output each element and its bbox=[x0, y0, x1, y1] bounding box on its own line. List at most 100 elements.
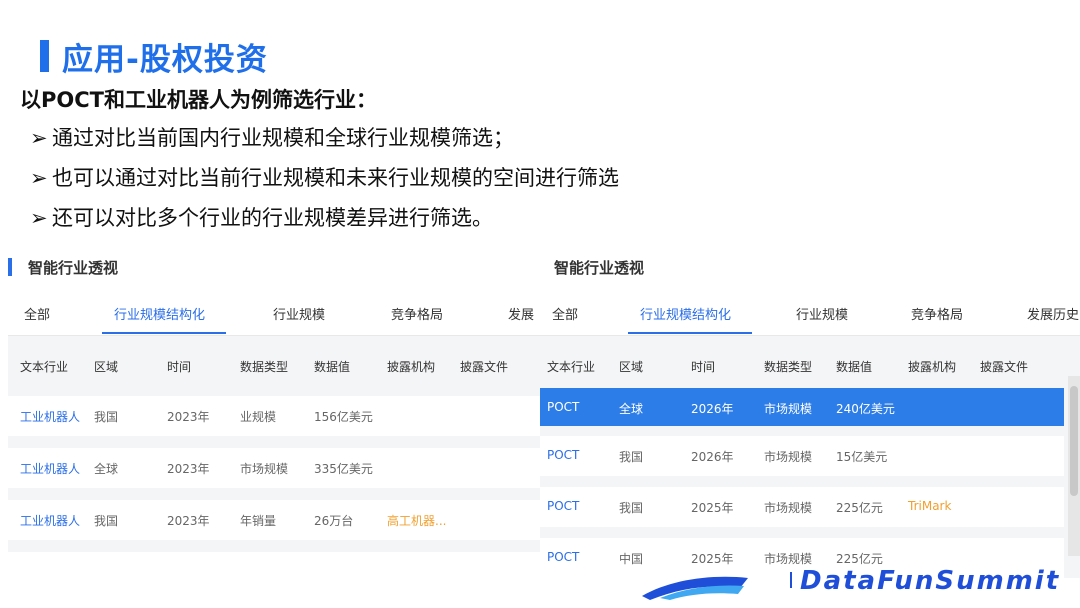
column-header: 披露机构 bbox=[387, 360, 436, 374]
data-value-cell: 15亿美元 bbox=[836, 450, 888, 464]
time-cell: 2026年 bbox=[691, 450, 734, 464]
table-row-selected[interactable]: POCT 全球 2026年 市场规模 240亿美元 bbox=[540, 388, 1064, 426]
column-header: 文本行业 bbox=[20, 360, 69, 374]
tab-industry-scale-structured[interactable]: 行业规模结构化 bbox=[114, 304, 205, 323]
datafun-logo-icon bbox=[642, 576, 748, 600]
region-cell: 全球 bbox=[619, 402, 644, 416]
data-value-cell: 156亿美元 bbox=[314, 410, 373, 424]
industry-link[interactable]: POCT bbox=[547, 499, 579, 513]
region-cell: 全球 bbox=[94, 462, 119, 476]
data-value-cell: 240亿美元 bbox=[836, 402, 895, 416]
data-type-cell: 市场规模 bbox=[764, 402, 813, 416]
column-header: 文本行业 bbox=[547, 360, 596, 374]
data-type-cell: 市场规模 bbox=[764, 501, 813, 515]
panel-accent-bar bbox=[8, 258, 12, 276]
tab-bar: 全部 行业规模结构化 行业规模 竞争格局 发展 bbox=[8, 290, 540, 336]
data-type-cell: 市场规模 bbox=[240, 462, 289, 476]
table-row[interactable]: 工业机器人 全球 2023年 市场规模 335亿美元 bbox=[8, 448, 540, 488]
column-header: 数据类型 bbox=[240, 360, 289, 374]
region-cell: 我国 bbox=[619, 501, 644, 515]
table-row[interactable]: POCT 我国 2025年 市场规模 225亿元 TriMark bbox=[540, 487, 1064, 527]
table-scrollbar[interactable] bbox=[1068, 376, 1080, 556]
tab-competition[interactable]: 竞争格局 bbox=[391, 304, 443, 323]
title-accent-bar bbox=[40, 40, 49, 72]
data-value-cell: 335亿美元 bbox=[314, 462, 373, 476]
scrollbar-thumb[interactable] bbox=[1070, 386, 1078, 496]
data-table: 文本行业 区域 时间 数据类型 数据值 披露机构 披露文件 POCT 全球 20… bbox=[540, 336, 1080, 578]
industry-link[interactable]: 工业机器人 bbox=[20, 512, 80, 529]
tab-industry-scale[interactable]: 行业规模 bbox=[796, 304, 848, 323]
bullet-item: ➢ 通过对比当前国内行业规模和全球行业规模筛选； bbox=[30, 118, 619, 158]
bullet-list: ➢ 通过对比当前国内行业规模和全球行业规模筛选； ➢ 也可以通过对比当前行业规模和未… bbox=[30, 118, 619, 238]
column-header: 时间 bbox=[691, 360, 716, 374]
time-cell: 2025年 bbox=[691, 501, 734, 515]
table-row[interactable]: 工业机器人 我国 2023年 业规模 156亿美元 bbox=[8, 396, 540, 436]
industry-link[interactable]: POCT bbox=[547, 448, 579, 462]
slide-title: 应用-股权投资 bbox=[62, 42, 268, 78]
industry-insight-panel-left: 智能行业透视 全部 行业规模结构化 行业规模 竞争格局 发展 文本行业 区域 时… bbox=[8, 246, 540, 578]
table-header: 文本行业 区域 时间 数据类型 数据值 披露机构 披露文件 bbox=[540, 336, 1080, 392]
active-tab-indicator bbox=[102, 332, 226, 334]
data-type-cell: 市场规模 bbox=[764, 450, 813, 464]
tab-industry-scale[interactable]: 行业规模 bbox=[273, 304, 325, 323]
tab-bar: 全部 行业规模结构化 行业规模 竞争格局 发展历史 bbox=[540, 290, 1080, 336]
data-table: 文本行业 区域 时间 数据类型 数据值 披露机构 披露文件 工业机器人 我国 2… bbox=[8, 336, 540, 578]
time-cell: 2023年 bbox=[167, 410, 210, 424]
industry-link[interactable]: 工业机器人 bbox=[20, 460, 80, 477]
table-header: 文本行业 区域 时间 数据类型 数据值 披露机构 披露文件 bbox=[8, 336, 540, 392]
data-value-cell: 225亿元 bbox=[836, 552, 883, 566]
tab-all[interactable]: 全部 bbox=[552, 304, 578, 323]
bullet-text: 通过对比当前国内行业规模和全球行业规模筛选； bbox=[52, 126, 514, 150]
arrow-bullet-icon: ➢ bbox=[30, 166, 48, 190]
bullet-text: 也可以通过对比当前行业规模和未来行业规模的空间进行筛选 bbox=[52, 166, 619, 190]
time-cell: 2025年 bbox=[691, 552, 734, 566]
region-cell: 中国 bbox=[619, 552, 644, 566]
panel-title: 智能行业透视 bbox=[28, 259, 119, 277]
time-cell: 2023年 bbox=[167, 514, 210, 528]
data-type-cell: 市场规模 bbox=[764, 552, 813, 566]
column-header: 区域 bbox=[619, 360, 644, 374]
industry-insight-panel-right: 智能行业透视 全部 行业规模结构化 行业规模 竞争格局 发展历史 文本行业 区域… bbox=[540, 246, 1080, 578]
datafun-logo-text: DataFunSummit bbox=[800, 566, 1061, 590]
region-cell: 我国 bbox=[94, 410, 119, 424]
column-header: 披露文件 bbox=[460, 360, 509, 374]
column-header: 数据值 bbox=[836, 360, 873, 374]
panel-header: 智能行业透视 bbox=[540, 246, 1080, 290]
data-type-cell: 年销量 bbox=[240, 514, 277, 528]
bullet-text: 还可以对比多个行业的行业规模差异进行筛选。 bbox=[52, 206, 493, 230]
column-header: 区域 bbox=[94, 360, 119, 374]
tab-industry-scale-structured[interactable]: 行业规模结构化 bbox=[640, 304, 731, 323]
org-cell[interactable]: TriMark bbox=[908, 499, 951, 513]
industry-link[interactable]: 工业机器人 bbox=[20, 408, 80, 425]
data-value-cell: 225亿元 bbox=[836, 501, 883, 515]
logo-separator bbox=[790, 572, 792, 588]
table-row[interactable]: 工业机器人 我国 2023年 年销量 26万台 高工机器... bbox=[8, 500, 540, 540]
column-header: 披露文件 bbox=[980, 360, 1029, 374]
table-row[interactable]: POCT 我国 2026年 市场规模 15亿美元 bbox=[540, 436, 1064, 476]
slide-subtitle: 以POCT和工业机器人为例筛选行业： bbox=[20, 88, 377, 112]
time-cell: 2026年 bbox=[691, 402, 734, 416]
data-type-cell: 业规模 bbox=[240, 410, 277, 424]
tab-development[interactable]: 发展 bbox=[508, 304, 534, 323]
tab-all[interactable]: 全部 bbox=[24, 304, 50, 323]
table-row[interactable] bbox=[8, 552, 540, 578]
industry-link[interactable]: POCT bbox=[547, 550, 579, 564]
active-tab-indicator bbox=[628, 332, 752, 334]
column-header: 披露机构 bbox=[908, 360, 957, 374]
industry-link[interactable]: POCT bbox=[547, 400, 579, 414]
panel-header: 智能行业透视 bbox=[8, 246, 540, 290]
column-header: 数据值 bbox=[314, 360, 351, 374]
arrow-bullet-icon: ➢ bbox=[30, 126, 48, 150]
arrow-bullet-icon: ➢ bbox=[30, 206, 48, 230]
panel-title: 智能行业透视 bbox=[554, 259, 645, 277]
region-cell: 我国 bbox=[619, 450, 644, 464]
tab-development-history[interactable]: 发展历史 bbox=[1027, 304, 1079, 323]
org-cell[interactable]: 高工机器... bbox=[387, 512, 446, 529]
bullet-item: ➢ 也可以通过对比当前行业规模和未来行业规模的空间进行筛选 bbox=[30, 158, 619, 198]
tab-competition[interactable]: 竞争格局 bbox=[911, 304, 963, 323]
column-header: 时间 bbox=[167, 360, 192, 374]
column-header: 数据类型 bbox=[764, 360, 813, 374]
region-cell: 我国 bbox=[94, 514, 119, 528]
time-cell: 2023年 bbox=[167, 462, 210, 476]
bullet-item: ➢ 还可以对比多个行业的行业规模差异进行筛选。 bbox=[30, 198, 619, 238]
